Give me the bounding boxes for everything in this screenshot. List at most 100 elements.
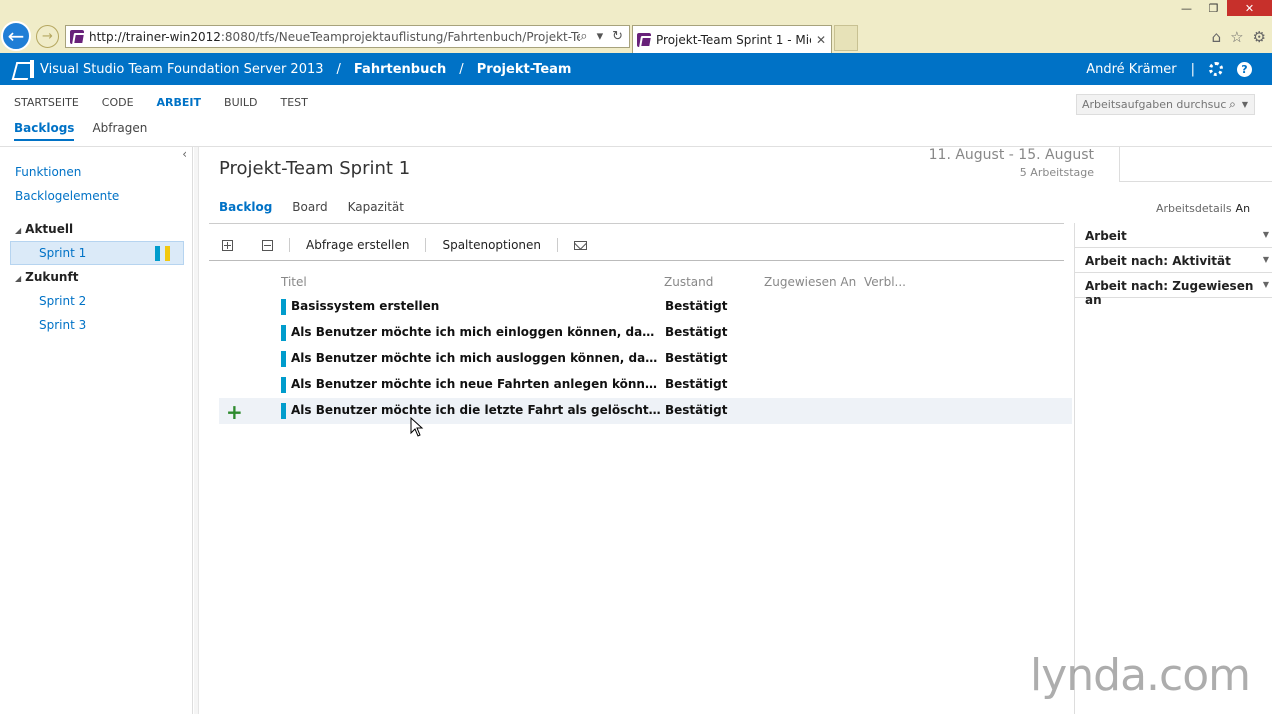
add-task-icon[interactable]: + [226, 400, 243, 424]
table-row[interactable]: Als Benutzer möchte ich mich ausloggen k… [219, 346, 1072, 372]
work-item-state: Bestätigt [665, 377, 728, 391]
vs-favicon-icon [637, 32, 651, 47]
work-item-search[interactable]: ⌕ ▼ [1076, 94, 1255, 115]
work-details-panel: Arbeit ▼ Arbeit nach: Aktivität ▼ Arbeit n… [1074, 223, 1272, 714]
settings-gear-icon[interactable]: ⚙ [1253, 28, 1266, 46]
work-item-state: Bestätigt [665, 325, 728, 339]
tab-abfragen[interactable]: Abfragen [92, 121, 147, 141]
refresh-icon[interactable]: ↻ [612, 29, 623, 44]
tab-close-icon[interactable]: ✕ [811, 33, 831, 47]
chevron-down-icon[interactable]: ▼ [1238, 100, 1254, 109]
tfs-header: Visual Studio Team Foundation Server 201… [0, 53, 1272, 85]
url-text[interactable]: http://trainer-win2012:8080/tfs/NeueTeam… [89, 30, 580, 44]
collapse-all-icon[interactable] [262, 239, 273, 251]
column-header-zustand[interactable]: Zustand [664, 275, 713, 289]
sprint-workdays: 5 Arbeitstage [1019, 166, 1094, 179]
column-header-titel[interactable]: Titel [281, 275, 307, 289]
column-options-button[interactable]: Spaltenoptionen [442, 238, 541, 252]
work-section-aktivitaet[interactable]: Arbeit nach: Aktivität ▼ [1075, 248, 1272, 273]
work-item-color-bar [281, 299, 286, 315]
divider [557, 238, 559, 252]
tab-board[interactable]: Board [292, 200, 327, 214]
sidebar-item-sprint-2[interactable]: Sprint 2 [39, 294, 86, 308]
hub-code[interactable]: CODE [102, 96, 134, 109]
work-item-color-bar [281, 377, 286, 393]
dropdown-icon[interactable]: ▾ [597, 29, 604, 44]
gear-icon[interactable] [1209, 62, 1223, 76]
tree-header-aktuell[interactable]: ◢ Aktuell [15, 222, 73, 236]
expand-all-icon[interactable] [222, 239, 233, 251]
help-icon[interactable]: ? [1237, 61, 1252, 77]
browser-tab[interactable]: Projekt-Team Sprint 1 - Mic... ✕ [632, 25, 832, 53]
breadcrumb-team[interactable]: Projekt-Team [477, 62, 572, 77]
work-details-value[interactable]: An [1236, 202, 1251, 215]
work-section-zugewiesen[interactable]: Arbeit nach: Zugewiesen an ▼ [1075, 273, 1272, 307]
tree-header-zukunft[interactable]: ◢ Zukunft [15, 270, 78, 284]
search-input[interactable] [1082, 98, 1228, 111]
tab-backlogs[interactable]: Backlogs [14, 121, 75, 141]
work-item-title[interactable]: Als Benutzer möchte ich mich einloggen k… [291, 325, 661, 339]
search-icon[interactable]: ⌕ [580, 29, 587, 44]
expand-triangle-icon[interactable]: ◢ [15, 274, 21, 283]
back-button[interactable]: ← [1, 21, 31, 51]
work-item-color-bar [281, 325, 286, 341]
collapse-panel-icon[interactable]: ‹ [182, 147, 187, 161]
sidebar-item-sprint-3[interactable]: Sprint 3 [39, 318, 86, 332]
hub-arbeit[interactable]: ARBEIT [157, 96, 201, 109]
column-header-zugewiesen[interactable]: Zugewiesen An [764, 275, 856, 289]
chevron-down-icon[interactable]: ▼ [1263, 255, 1269, 264]
window-controls: — ❐ ✕ [1173, 0, 1272, 16]
forward-button[interactable]: → [36, 25, 59, 48]
work-item-state: Bestätigt [665, 299, 728, 313]
tab-title: Projekt-Team Sprint 1 - Mic... [656, 32, 811, 47]
work-section-arbeit[interactable]: Arbeit ▼ [1075, 223, 1272, 248]
hub-test[interactable]: TEST [280, 96, 307, 109]
pivot-tabs: Backlog Board Kapazität [219, 200, 404, 214]
tab-kapazitaet[interactable]: Kapazität [348, 200, 404, 214]
work-details-toggle[interactable]: Arbeitsdetails An [1156, 202, 1250, 215]
work-item-title[interactable]: Basissystem erstellen [291, 299, 661, 313]
work-item-state: Bestätigt [665, 403, 728, 417]
nav-funktionen[interactable]: Funktionen [15, 165, 81, 179]
create-query-button[interactable]: Abfrage erstellen [306, 238, 409, 252]
chevron-down-icon[interactable]: ▼ [1263, 230, 1269, 239]
hub-build[interactable]: BUILD [224, 96, 257, 109]
sprint-date-range: 11. August - 15. August [928, 147, 1094, 163]
left-navigation-panel: ‹ Funktionen Backlogelemente ◢ Aktuell Sp… [0, 147, 193, 714]
work-item-title[interactable]: Als Benutzer möchte ich die letzte Fahrt… [291, 403, 661, 417]
minimize-icon[interactable]: — [1173, 0, 1200, 16]
table-row[interactable]: Als Benutzer möchte ich mich einloggen k… [219, 320, 1072, 346]
restore-icon[interactable]: ❐ [1200, 0, 1227, 16]
visual-studio-logo-icon [14, 60, 34, 78]
email-icon[interactable] [574, 240, 588, 250]
home-icon[interactable]: ⌂ [1212, 28, 1222, 46]
nav-backlogelemente[interactable]: Backlogelemente [15, 189, 119, 203]
backlog-toolbar: Abfrage erstellen Spaltenoptionen [209, 231, 1064, 259]
work-item-title[interactable]: Als Benutzer möchte ich neue Fahrten anl… [291, 377, 661, 391]
sidebar-item-sprint-1[interactable]: Sprint 1 [39, 246, 86, 260]
address-bar[interactable]: http://trainer-win2012:8080/tfs/NeueTeam… [65, 25, 630, 48]
close-window-icon[interactable]: ✕ [1227, 0, 1272, 16]
new-tab-button[interactable] [834, 25, 858, 51]
sprint-burndown-box [1119, 147, 1272, 182]
work-item-state: Bestätigt [665, 351, 728, 365]
arrow-right-icon: → [42, 29, 53, 44]
product-name[interactable]: Visual Studio Team Foundation Server 201… [40, 62, 324, 77]
selected-sprint-row[interactable] [10, 241, 184, 265]
table-row[interactable]: Basissystem erstellen Bestätigt [219, 294, 1072, 320]
favorites-star-icon[interactable]: ☆ [1230, 28, 1243, 46]
hub-startseite[interactable]: STARTSEITE [14, 96, 79, 109]
chevron-down-icon[interactable]: ▼ [1263, 280, 1269, 289]
user-name[interactable]: André Krämer [1086, 62, 1176, 77]
table-row[interactable]: Als Benutzer möchte ich neue Fahrten anl… [219, 372, 1072, 398]
work-item-title[interactable]: Als Benutzer möchte ich mich ausloggen k… [291, 351, 661, 365]
expand-triangle-icon[interactable]: ◢ [15, 226, 21, 235]
breadcrumb-project[interactable]: Fahrtenbuch [354, 62, 446, 77]
divider [209, 223, 1064, 224]
panel-splitter[interactable] [194, 147, 199, 714]
column-header-verbleibend[interactable]: Verbl... [864, 275, 906, 289]
search-icon[interactable]: ⌕ [1227, 97, 1238, 112]
sprint-dates: 11. August - 15. August 5 Arbeitstage [929, 147, 1094, 179]
tab-backlog[interactable]: Backlog [219, 200, 272, 214]
table-row[interactable]: + Als Benutzer möchte ich die letzte Fah… [219, 398, 1072, 424]
